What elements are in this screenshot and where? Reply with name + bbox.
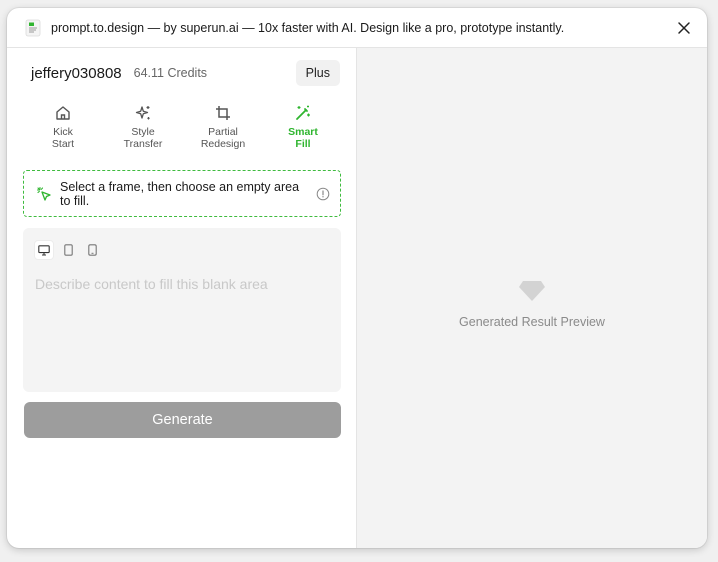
info-icon[interactable] [316,187,330,201]
phone-icon [87,244,97,256]
device-tablet-button[interactable] [59,241,77,259]
generate-button[interactable]: Generate [24,402,341,438]
tablet-icon [63,244,73,256]
close-button[interactable] [673,17,695,39]
selection-hint: Select a frame, then choose an empty are… [23,170,341,217]
tab-smart-fill[interactable]: Smart Fill [263,104,343,150]
sparkles-icon [135,106,150,120]
crop-icon [216,106,230,120]
tab-label: Style Transfer [123,126,163,150]
window-title: prompt.to.design — by superun.ai — 10x f… [51,20,565,35]
tab-style-transfer[interactable]: Style Transfer [103,104,183,150]
diamond-icon [519,281,545,301]
user-row: jeffery030808 64.11 Credits Plus [31,60,340,86]
close-icon[interactable] [677,21,691,35]
control-panel: jeffery030808 64.11 Credits Plus Kick St… [7,48,357,548]
prompt-box [23,228,341,392]
desktop-icon [38,244,50,256]
plan-badge[interactable]: Plus [295,60,340,86]
mode-tabs: Kick Start Style Transfer Partial Redesi… [23,104,343,150]
app-logo-icon [25,19,41,36]
plugin-window: prompt.to.design — by superun.ai — 10x f… [7,8,707,548]
tab-label: Partial Redesign [200,126,246,150]
tab-kick-start[interactable]: Kick Start [23,104,103,150]
cursor-click-icon [36,186,51,201]
device-phone-button[interactable] [83,241,101,259]
username: jeffery030808 [31,64,122,82]
home-icon [56,106,70,120]
prompt-input[interactable] [35,276,329,382]
preview-placeholder-label: Generated Result Preview [459,315,605,329]
device-selector [35,241,101,259]
tab-label: Kick Start [51,126,75,150]
hint-text: Select a frame, then choose an empty are… [60,179,300,208]
preview-panel: Generated Result Preview [357,48,707,548]
credits-balance: 64.11 Credits [133,66,208,80]
tab-label: Smart Fill [288,126,318,150]
tab-partial-redesign[interactable]: Partial Redesign [183,104,263,150]
title-bar: prompt.to.design — by superun.ai — 10x f… [7,8,707,48]
magic-wand-icon [296,105,310,120]
device-desktop-button[interactable] [35,241,53,259]
